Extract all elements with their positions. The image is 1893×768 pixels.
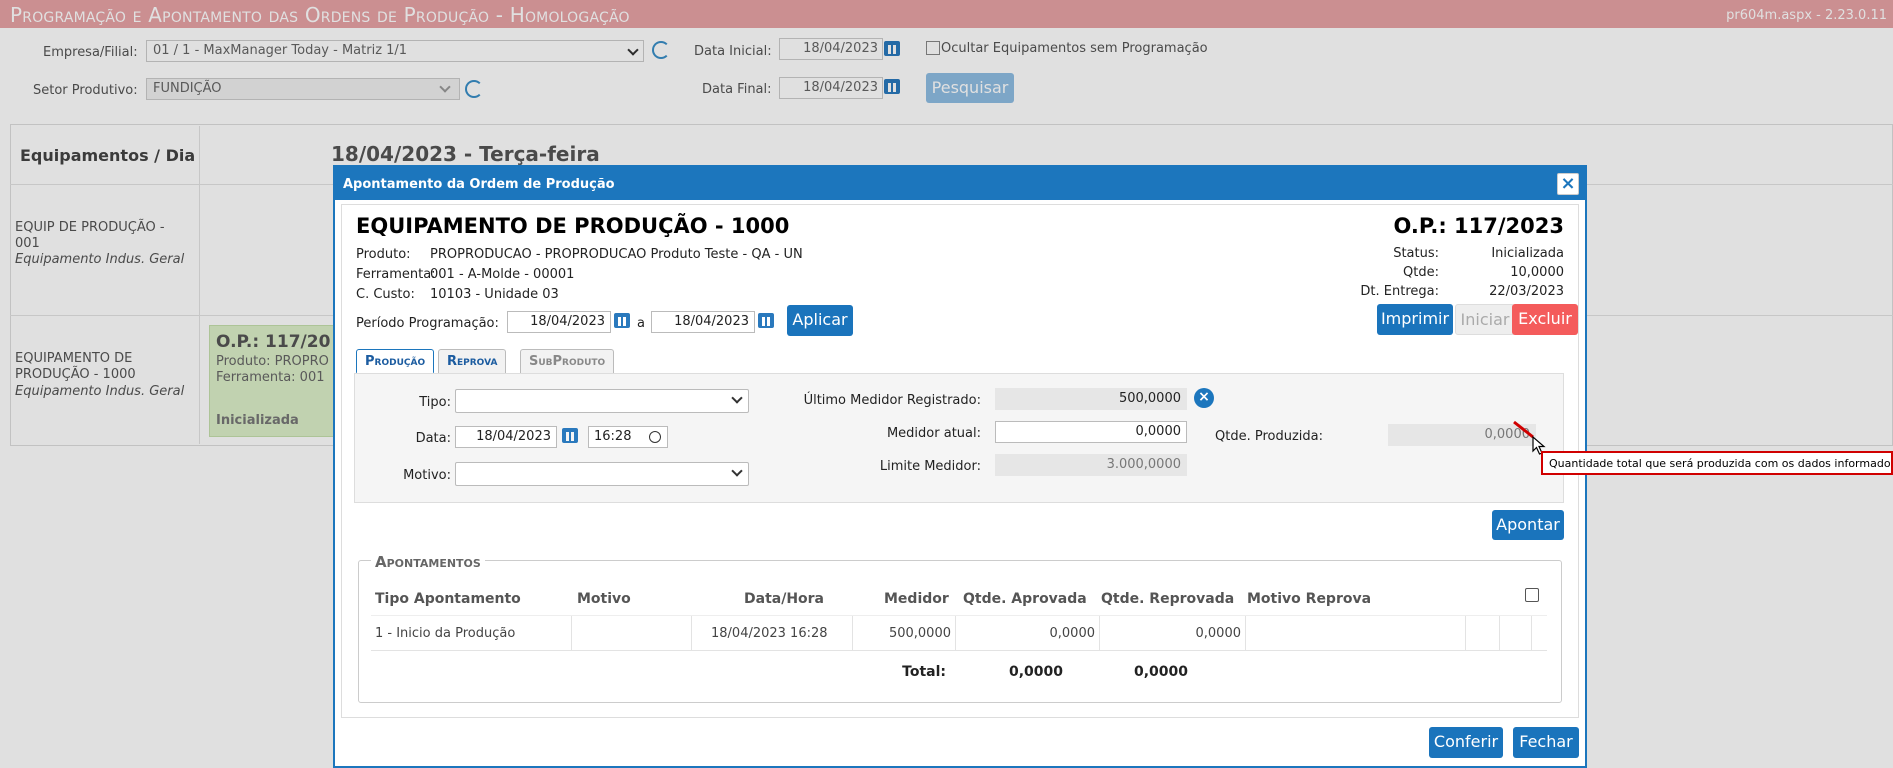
col-data-hora: Data/Hora — [744, 591, 825, 607]
row-sep — [571, 616, 572, 650]
qtde-label: Qtde: — [1403, 265, 1439, 280]
total-aprovada: 0,0000 — [1008, 664, 1063, 680]
row-sep — [955, 616, 956, 650]
custo-value: 10103 - Unidade 03 — [430, 287, 559, 302]
col-medidor: Medidor — [884, 591, 949, 607]
entrega-label: Dt. Entrega: — [1360, 284, 1439, 299]
row-qtde-reprovada: 0,0000 — [1195, 626, 1242, 641]
row-medidor: 500,0000 — [888, 626, 951, 641]
data-calendar-icon[interactable] — [562, 428, 578, 443]
tab-reprova[interactable]: Reprova — [438, 349, 507, 374]
row-tipo: 1 - Inicio da Produção — [375, 626, 516, 641]
col-motivo: Motivo — [577, 591, 631, 607]
tab-subproduto[interactable]: SubProduto — [520, 349, 615, 374]
custo-label: C. Custo: — [356, 287, 415, 302]
medidor-atual-label: Medidor atual: — [886, 426, 981, 441]
tab-producao[interactable]: Produção — [356, 349, 435, 374]
motivo-select[interactable] — [455, 462, 749, 486]
periodo-inicio-input[interactable]: 18/04/2023 — [507, 311, 611, 333]
periodo-fim-input[interactable]: 18/04/2023 — [651, 311, 755, 333]
col-tipo-apontamento: Tipo Apontamento — [375, 591, 521, 607]
qtde-value: 10,0000 — [1510, 265, 1564, 280]
apontamentos-fieldset: Apontamentos Tipo Apontamento Motivo Dat… — [358, 553, 1562, 703]
total-label: Total: — [902, 664, 946, 680]
data-input[interactable]: 18/04/2023 — [455, 426, 557, 448]
table-row[interactable]: 1 - Inicio da Produção 18/04/2023 16:28 … — [371, 615, 1547, 651]
modal-close-icon[interactable]: × — [1557, 173, 1579, 195]
row-data-hora: 18/04/2023 16:28 — [711, 626, 828, 641]
ultimo-medidor-value: 500,0000 — [995, 388, 1187, 410]
apontamentos-legend: Apontamentos — [371, 553, 485, 571]
periodo-fim-calendar-icon[interactable] — [758, 313, 774, 328]
periodo-inicio-calendar-icon[interactable] — [614, 313, 630, 328]
op-number: O.P.: 117/2023 — [1393, 214, 1564, 238]
ferramenta-value: 001 - A-Molde - 00001 — [430, 267, 575, 282]
tipo-label: Tipo: — [419, 395, 451, 410]
data-label: Data: — [415, 431, 451, 446]
produto-value: PROPRODUCAO - PROPRODUCAO Produto Teste … — [430, 247, 803, 262]
equipamento-title: EQUIPAMENTO DE PRODUÇÃO - 1000 — [356, 214, 790, 238]
conferir-button[interactable]: Conferir — [1429, 727, 1503, 758]
excluir-button[interactable]: Excluir — [1512, 304, 1578, 335]
limite-medidor-label: Limite Medidor: — [879, 459, 981, 474]
entrega-value: 22/03/2023 — [1489, 284, 1564, 299]
imprimir-button[interactable]: Imprimir — [1377, 304, 1453, 335]
row-sep — [691, 616, 692, 650]
col-qtde-reprovada: Qtde. Reprovada — [1101, 591, 1235, 607]
status-label: Status: — [1393, 246, 1439, 261]
row-sep — [1245, 616, 1246, 650]
medidor-atual-input[interactable]: 0,0000 — [995, 421, 1187, 443]
row-sep — [1531, 616, 1532, 650]
tipo-select[interactable] — [455, 389, 749, 413]
total-reprovada: 0,0000 — [1133, 664, 1188, 680]
motivo-label: Motivo: — [403, 468, 451, 483]
status-value: Inicializada — [1491, 246, 1564, 261]
ferramenta-label: Ferramenta: — [356, 267, 436, 282]
row-qtde-aprovada: 0,0000 — [1049, 626, 1096, 641]
qtde-produzida-label: Qtde. Produzida: — [1215, 429, 1323, 444]
modal-title: Apontamento da Ordem de Produção — [343, 177, 615, 192]
row-sep — [1099, 616, 1100, 650]
periodo-label: Período Programação: — [356, 316, 499, 331]
modal-header: Apontamento da Ordem de Produção × — [335, 167, 1585, 200]
ultimo-medidor-label: Último Medidor Registrado: — [803, 393, 981, 408]
select-all-checkbox[interactable] — [1525, 588, 1539, 602]
limite-medidor-value: 3.000,0000 — [995, 454, 1187, 476]
col-motivo-reprova: Motivo Reprova — [1247, 591, 1372, 607]
modal-body: EQUIPAMENTO DE PRODUÇÃO - 1000 O.P.: 117… — [341, 204, 1579, 718]
row-sep — [1465, 616, 1466, 650]
col-qtde-aprovada: Qtde. Aprovada — [963, 591, 1087, 607]
periodo-separator: a — [637, 316, 645, 331]
row-sep — [852, 616, 853, 650]
iniciar-button[interactable]: Iniciar — [1455, 304, 1515, 335]
row-sep — [1499, 616, 1500, 650]
produto-label: Produto: — [356, 247, 411, 262]
apontamento-modal: Apontamento da Ordem de Produção × EQUIP… — [333, 165, 1587, 768]
fechar-button[interactable]: Fechar — [1513, 727, 1579, 758]
clock-icon — [649, 431, 661, 443]
qtde-produzida-tooltip: Quantidade total que será produzida com … — [1541, 451, 1893, 475]
clear-medidor-icon[interactable]: × — [1194, 388, 1214, 408]
apontar-button[interactable]: Apontar — [1492, 510, 1564, 540]
aplicar-button[interactable]: Aplicar — [787, 305, 853, 336]
producao-panel: Tipo: Data: 18/04/2023 16:28 Motivo: Últ… — [354, 373, 1564, 503]
